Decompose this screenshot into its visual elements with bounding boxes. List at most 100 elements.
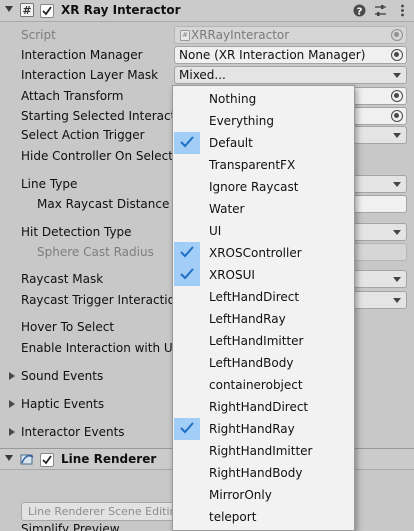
dropdown-arrow-icon [393,133,401,138]
layer-menu-item-label: RightHandBody [209,466,303,480]
layer-menu-item[interactable]: RightHandRay [174,418,354,440]
checkmark-icon [174,88,200,110]
component-title: XR Ray Interactor [61,3,181,17]
object-picker-icon[interactable] [391,90,403,102]
checkmark-icon [174,462,200,484]
checkmark-icon [174,132,200,154]
layer-menu-item-label: MirrorOnly [209,488,272,502]
interaction-layer-mask-dropdown[interactable]: Mixed... [174,66,407,84]
layer-menu-item-label: RightHandRay [209,422,295,436]
layer-menu-item-label: TransparentFX [209,158,296,172]
svg-text:?: ? [357,7,363,18]
checkmark-icon [174,176,200,198]
dropdown-arrow-icon [393,277,401,282]
checkmark-icon [174,396,200,418]
layer-menu-item[interactable]: TransparentFX [174,154,354,176]
interaction-layer-mask-row: Interaction Layer Mask Mixed... [0,65,414,85]
max-raycast-distance-label: Max Raycast Distance [37,197,170,211]
layer-menu-item[interactable]: RightHandBody [174,462,354,484]
layer-menu-item-label: Default [209,136,253,150]
checkmark-icon [174,308,200,330]
layer-menu-item-label: LeftHandBody [209,356,294,370]
hit-detection-type-label: Hit Detection Type [21,225,132,239]
layer-menu-item[interactable]: Everything [174,110,354,132]
foldout-arrow-icon[interactable] [9,372,15,380]
attach-transform-label: Attach Transform [21,89,124,103]
layer-menu-item[interactable]: containerobject [174,374,354,396]
layer-menu-item-label: Everything [209,114,274,128]
checkmark-icon [174,440,200,462]
select-action-trigger-label: Select Action Trigger [21,128,145,142]
svg-text:#: # [22,4,31,17]
layer-menu-item-label: UI [209,224,222,238]
layer-menu-item[interactable]: Ignore Raycast [174,176,354,198]
script-field: # XRRayInteractor [174,26,407,44]
script-row: Script # XRRayInteractor [0,25,414,45]
foldout-chevron-icon[interactable] [5,6,13,12]
layer-menu-item-label: LeftHandDirect [209,290,300,304]
enable-ui-label: Enable Interaction with UI G [21,341,190,355]
layer-menu-item-label: XROSController [209,246,302,260]
layer-menu-item-label: RightHandDirect [209,400,309,414]
layer-menu-item[interactable]: UI [174,220,354,242]
starting-selected-label: Starting Selected Interacta [21,109,183,123]
dropdown-arrow-icon [393,230,401,235]
layer-menu-item-label: LeftHandImitter [209,334,304,348]
hash-script-icon: # [20,3,34,17]
checkmark-icon [174,484,200,506]
sphere-cast-radius-label: Sphere Cast Radius [37,245,154,259]
component-header-xr-ray-interactor[interactable]: # XR Ray Interactor ? [0,0,414,22]
layer-menu-item[interactable]: XROSUI [174,264,354,286]
layer-menu-item-label: Water [209,202,245,216]
dropdown-arrow-icon [393,73,401,78]
script-file-icon: # [180,30,190,41]
layer-menu-item[interactable]: teleport [174,506,354,528]
layer-menu-item[interactable]: Nothing [174,88,354,110]
foldout-arrow-icon[interactable] [9,400,15,408]
hide-controller-label: Hide Controller On Select [21,149,173,163]
sliders-icon[interactable] [374,4,387,17]
dropdown-arrow-icon [393,182,401,187]
interaction-manager-label: Interaction Manager [21,48,143,62]
object-picker-icon[interactable] [391,110,403,122]
layer-menu-item[interactable]: MirrorOnly [174,484,354,506]
dropdown-arrow-icon [393,298,401,303]
layer-menu-item-label: teleport [209,510,257,524]
simplify-preview-label: Simplify Preview [21,522,120,531]
layer-menu-item[interactable]: Water [174,198,354,220]
foldout-chevron-icon[interactable] [5,455,13,461]
layer-menu-item-label: LeftHandRay [209,312,286,326]
layer-menu-item[interactable]: LeftHandDirect [174,286,354,308]
checkmark-icon [174,506,200,528]
component-enabled-checkbox[interactable] [40,4,54,18]
object-picker-icon[interactable] [391,49,403,61]
layer-menu-item-label: XROSUI [209,268,255,282]
checkmark-icon [174,110,200,132]
layer-menu-item-label: containerobject [209,378,303,392]
layer-menu-item[interactable]: LeftHandImitter [174,330,354,352]
component-title: Line Renderer [61,452,157,466]
line-type-label: Line Type [21,177,78,191]
layer-menu-item[interactable]: RightHandImitter [174,440,354,462]
layer-menu-item-label: Ignore Raycast [209,180,299,194]
layer-menu-item-label: Nothing [209,92,257,106]
layer-menu-item[interactable]: XROSController [174,242,354,264]
checkmark-icon [174,352,200,374]
checkmark-icon [174,220,200,242]
checkmark-icon [174,198,200,220]
interaction-manager-field[interactable]: None (XR Interaction Manager) [174,46,407,64]
layer-menu-item[interactable]: LeftHandRay [174,308,354,330]
layer-menu-item[interactable]: Default [174,132,354,154]
layer-menu-item[interactable]: RightHandDirect [174,396,354,418]
layer-mask-dropdown-menu: Nothing Everything Default TransparentFX Ign… [172,85,355,531]
help-icon[interactable]: ? [353,4,366,17]
component-enabled-checkbox[interactable] [40,453,54,467]
object-picker-icon [391,29,403,41]
hover-to-select-label: Hover To Select [21,320,115,334]
kebab-menu-icon[interactable] [396,4,409,17]
checkmark-icon [174,242,200,264]
checkmark-icon [174,330,200,352]
foldout-arrow-icon[interactable] [9,428,15,436]
checkmark-icon [174,264,200,286]
layer-menu-item[interactable]: LeftHandBody [174,352,354,374]
